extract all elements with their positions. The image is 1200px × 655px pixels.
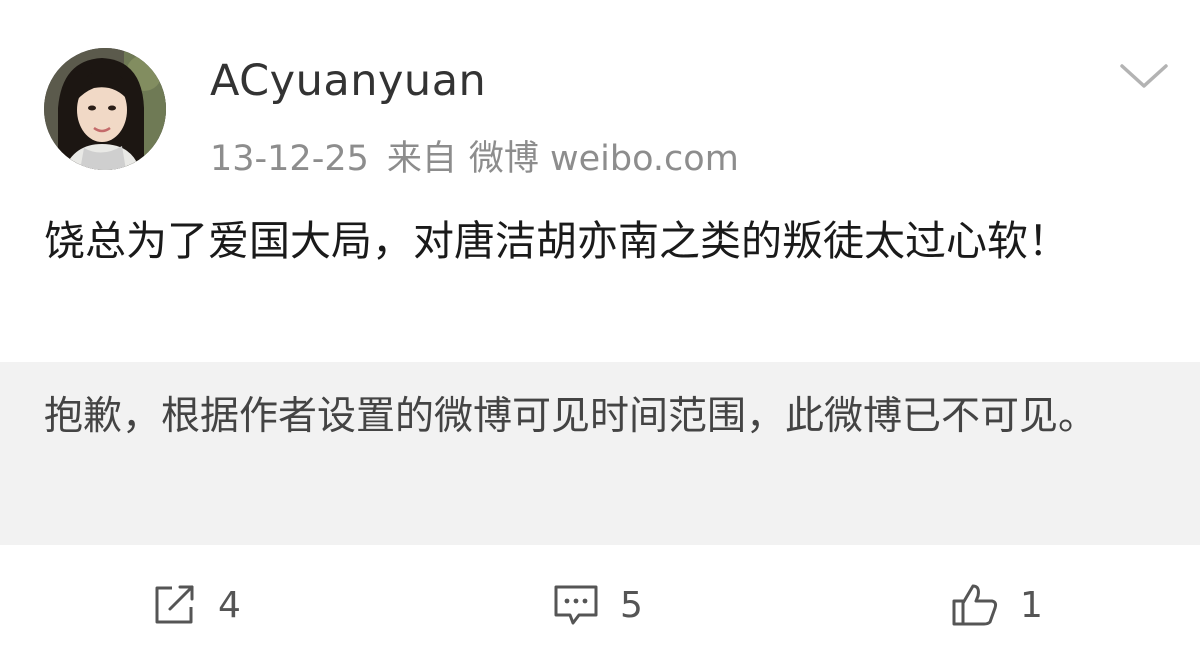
source-prefix: 来自 bbox=[386, 139, 457, 179]
thumbs-up-icon bbox=[952, 584, 998, 626]
comment-count: 5 bbox=[620, 584, 643, 626]
notice-text: 抱歉，根据作者设置的微博可见时间范围，此微博已不可见。 bbox=[44, 394, 1098, 439]
repost-button[interactable]: 4 bbox=[152, 583, 241, 627]
like-count: 1 bbox=[1020, 584, 1043, 626]
post-date: 13-12-25 bbox=[210, 139, 369, 179]
action-bar: 4 5 1 bbox=[0, 565, 1200, 645]
repost-count: 4 bbox=[218, 584, 241, 626]
post-text: 饶总为了爱国大局，对唐洁胡亦南之类的叛徒太过心软！ bbox=[44, 217, 1069, 265]
post-source[interactable]: 微博 weibo.com bbox=[469, 139, 739, 179]
weibo-post-card: ACyuanyuan 13-12-25 来自 微博 weibo.com 饶总为了爱国… bbox=[0, 0, 1200, 655]
repost-icon bbox=[155, 585, 194, 624]
avatar-image bbox=[44, 48, 166, 170]
comment-icon bbox=[554, 585, 598, 625]
like-button[interactable]: 1 bbox=[950, 583, 1043, 627]
avatar[interactable] bbox=[44, 48, 166, 170]
chevron-down-icon[interactable] bbox=[1116, 56, 1172, 96]
post-header: ACyuanyuan 13-12-25 来自 微博 weibo.com bbox=[0, 0, 1200, 190]
username[interactable]: ACyuanyuan bbox=[210, 56, 486, 106]
comment-button[interactable]: 5 bbox=[552, 583, 643, 627]
post-meta: 13-12-25 来自 微博 weibo.com bbox=[210, 130, 757, 181]
unavailable-notice: 抱歉，根据作者设置的微博可见时间范围，此微博已不可见。 bbox=[0, 362, 1200, 545]
